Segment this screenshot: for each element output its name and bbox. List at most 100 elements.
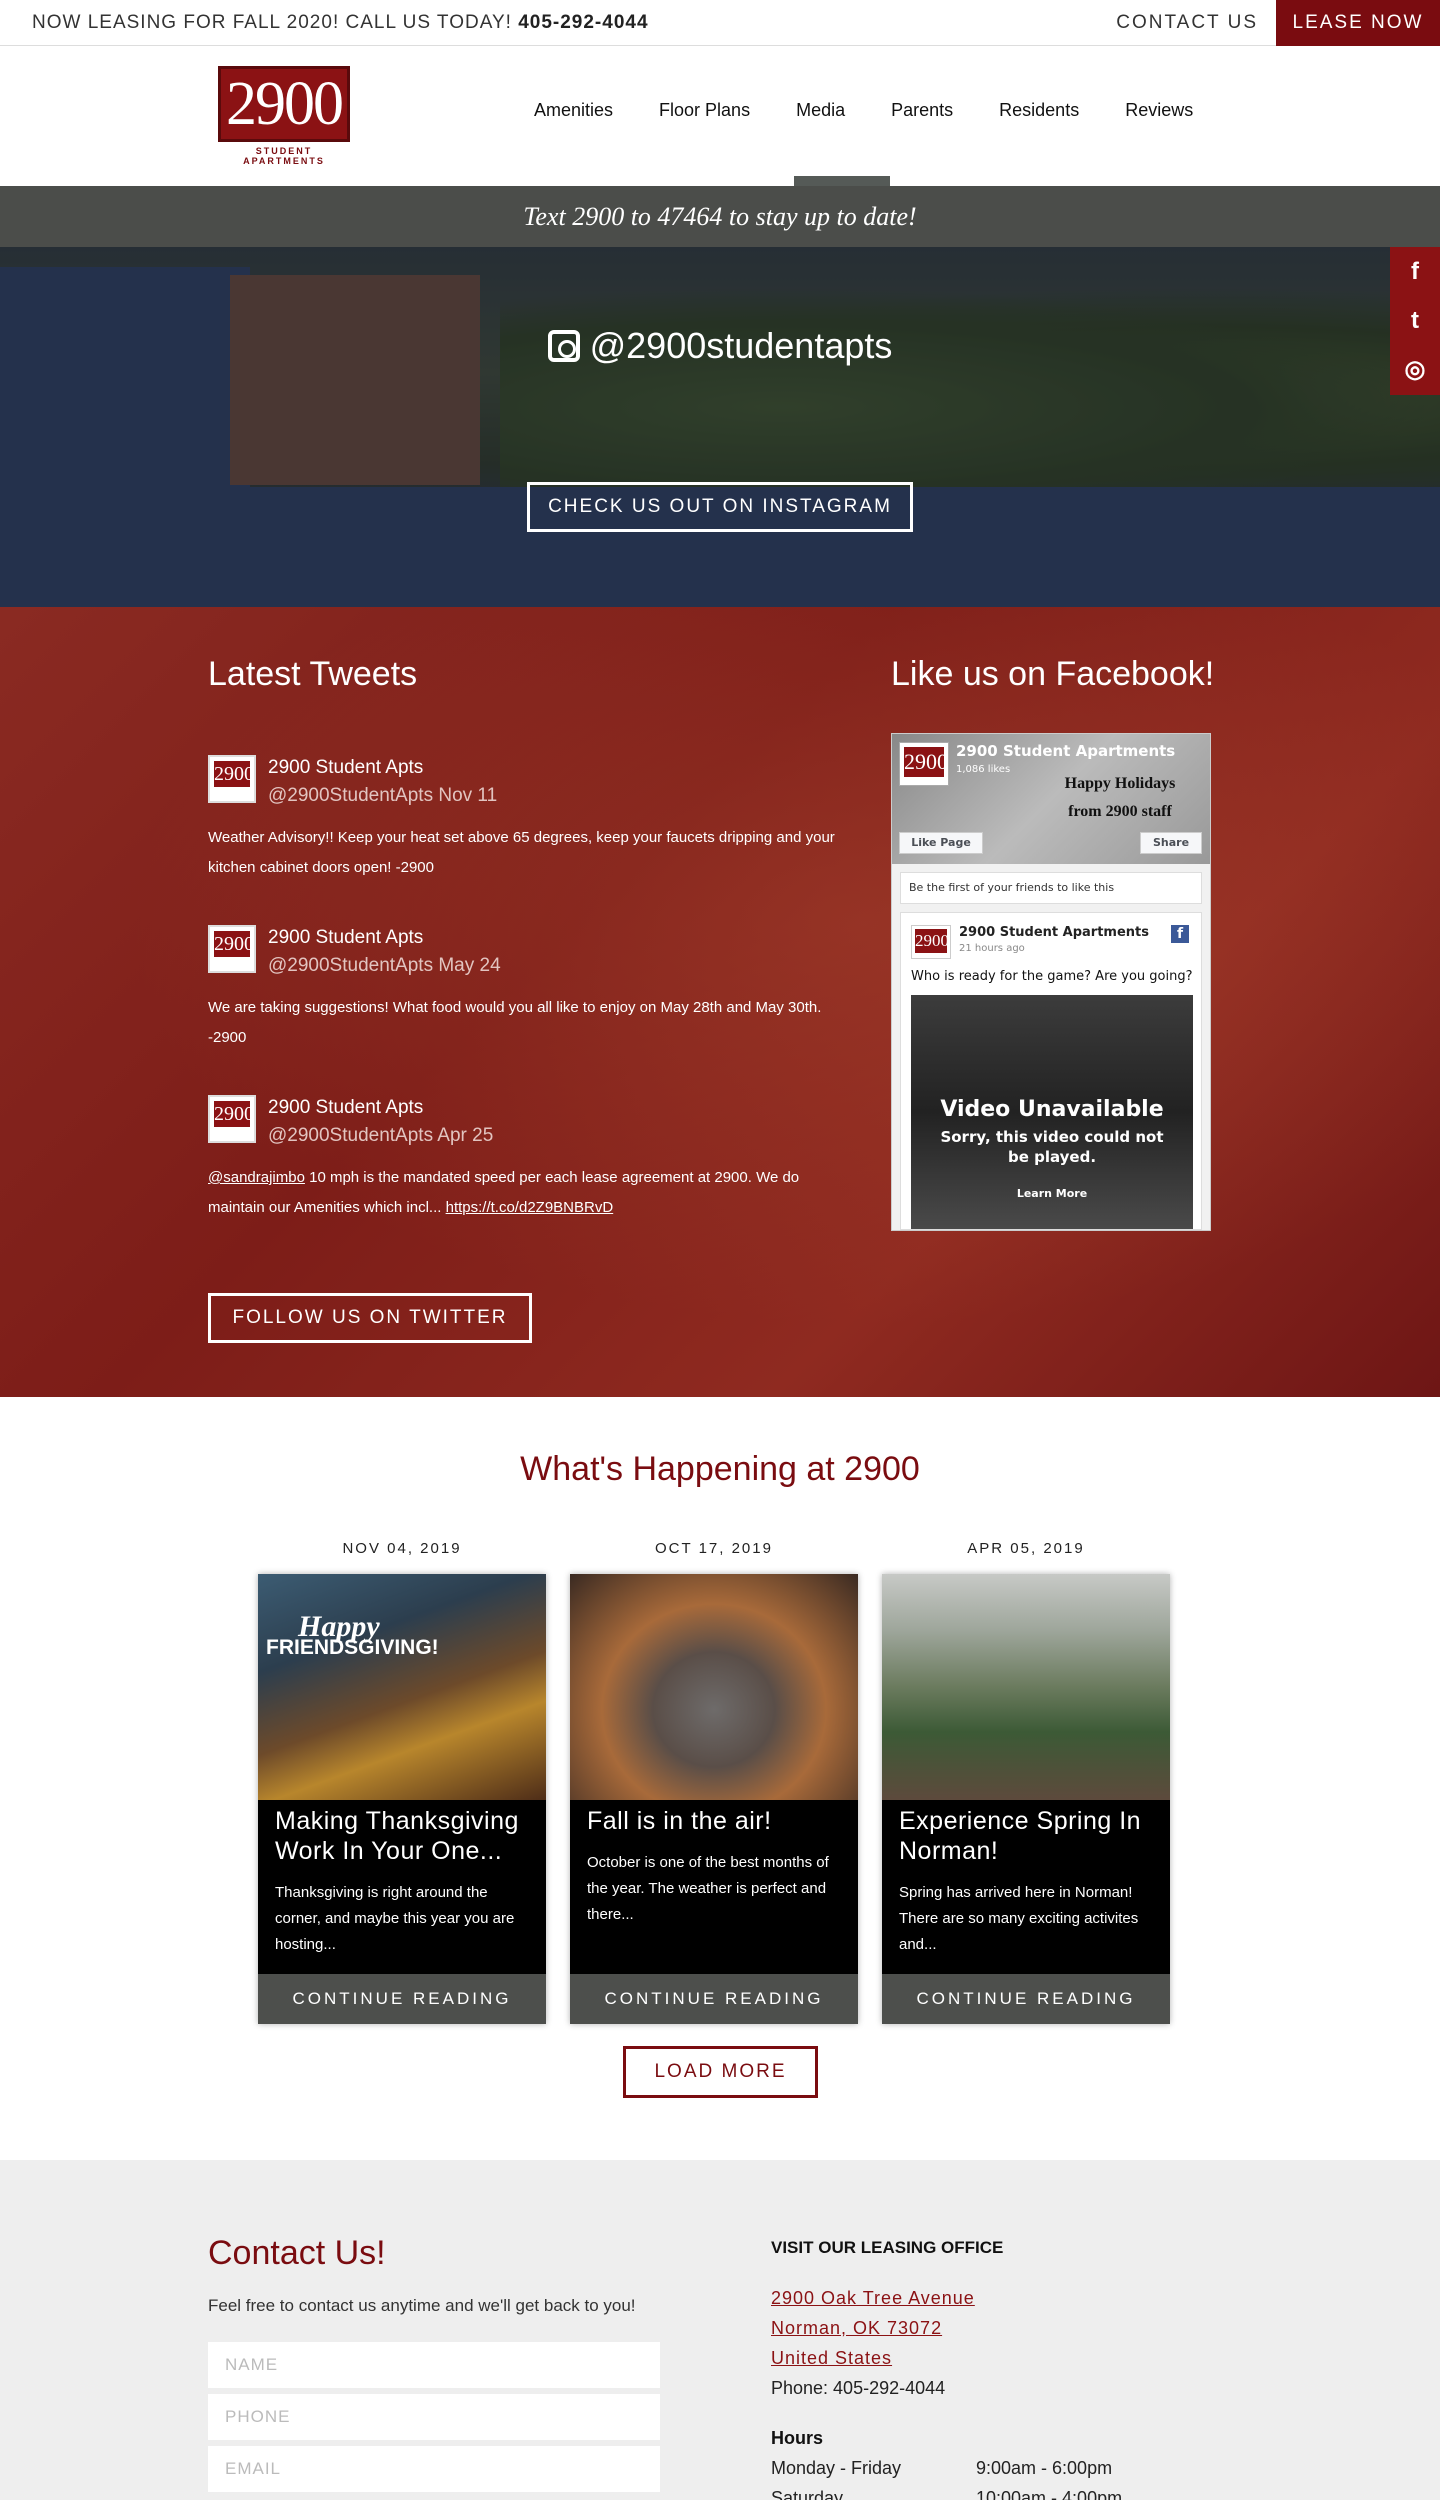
contact-intro: Feel free to contact us anytime and we'l… xyxy=(208,2296,636,2315)
address-line[interactable]: 2900 Oak Tree Avenue xyxy=(771,2288,975,2309)
facebook-friends-text: Be the first of your friends to like thi… xyxy=(900,872,1202,904)
instagram-handle: @2900studentapts xyxy=(0,325,1440,367)
tweet-author[interactable]: 2900 Student Apts xyxy=(268,757,423,779)
blog-card-title[interactable]: Fall is in the air! xyxy=(587,1806,847,1836)
address-line[interactable]: United States xyxy=(771,2348,892,2369)
post-date: APR 05, 2019 xyxy=(967,1540,1085,1557)
tweet-author[interactable]: 2900 Student Apts xyxy=(268,1097,423,1119)
blog-card[interactable]: Happy FRIENDSGIVING! Making Thanksgiving… xyxy=(258,1574,546,2024)
instagram-button[interactable]: CHECK US OUT ON INSTAGRAM xyxy=(527,482,913,532)
blog-card-excerpt: Thanksgiving is right around the corner,… xyxy=(275,1884,515,1953)
continue-reading-button[interactable]: CONTINUE READING xyxy=(570,1974,858,2024)
site-header: 2900 STUDENT APARTMENTS Amenities Floor … xyxy=(0,46,1440,186)
facebook-post-author[interactable]: 2900 Student Apartments xyxy=(959,925,1149,940)
social-feed-section: Latest Tweets 2900 2900 Student Apts @29… xyxy=(0,607,1440,1397)
announcement-phone[interactable]: 405-292-4044 xyxy=(518,12,648,33)
tweet-author[interactable]: 2900 Student Apts xyxy=(268,927,423,949)
follow-twitter-button[interactable]: FOLLOW US ON TWITTER xyxy=(208,1293,532,1343)
facebook-icon[interactable]: f xyxy=(1171,925,1189,943)
nav-item-floor-plans[interactable]: Floor Plans xyxy=(659,100,750,121)
nav-item-media[interactable]: Media xyxy=(796,100,845,121)
avatar-logo: 2900 xyxy=(214,761,254,787)
address-line[interactable]: Norman, OK 73072 xyxy=(771,2318,942,2339)
tweet-link[interactable]: https://t.co/d2Z9BNBRvD xyxy=(446,1199,614,1216)
contact-section: Contact Us! Feel free to contact us anyt… xyxy=(0,2160,1440,2500)
blog-card-excerpt: Spring has arrived here in Norman! There… xyxy=(899,1884,1139,1953)
twitter-icon[interactable]: t xyxy=(1390,296,1440,345)
post-date: OCT 17, 2019 xyxy=(655,1540,773,1557)
logo[interactable]: 2900 STUDENT APARTMENTS xyxy=(218,66,350,166)
phone-field[interactable]: PHONE xyxy=(208,2394,660,2440)
facebook-video[interactable]: Video Unavailable Sorry, this video coul… xyxy=(911,995,1193,1229)
post-date: NOV 04, 2019 xyxy=(342,1540,462,1557)
tweet-text: @sandrajimbo 10 mph is the mandated spee… xyxy=(208,1163,838,1223)
office-phone: Phone: 405-292-4044 xyxy=(771,2378,946,2398)
hours-time: 9:00am - 6:00pm xyxy=(976,2458,1113,2478)
happening-title: What's Happening at 2900 xyxy=(520,1450,920,1488)
facebook-like-button[interactable]: Like Page xyxy=(899,832,983,854)
main-nav: Amenities Floor Plans Media Parents Resi… xyxy=(534,100,1239,121)
facebook-widget: 2900 2900 Student Apartments 1,086 likes… xyxy=(891,733,1211,1231)
tweet-meta: @2900StudentApts Nov 11 xyxy=(268,785,498,806)
contact-title: Contact Us! xyxy=(208,2234,386,2272)
blog-card-title[interactable]: Experience Spring In Norman! xyxy=(899,1806,1159,1866)
tweet-text: We are taking suggestions! What food wou… xyxy=(208,999,822,1046)
hours-time: 10:00am - 4:00pm xyxy=(976,2488,1123,2500)
social-sidebar: f t ◎ xyxy=(1390,247,1440,395)
continue-reading-button[interactable]: CONTINUE READING xyxy=(258,1974,546,2024)
blog-card-image[interactable]: Happy FRIENDSGIVING! xyxy=(258,1574,546,1800)
facebook-post-text: Who is ready for the game? Are you going… xyxy=(911,969,1193,984)
avatar-logo: 2900 xyxy=(214,931,254,957)
announcement-text: NOW LEASING FOR FALL 2020! CALL US TODAY… xyxy=(32,12,512,33)
tweet-meta: @2900StudentApts May 24 xyxy=(268,955,501,976)
leasing-announcement: NOW LEASING FOR FALL 2020! CALL US TODAY… xyxy=(32,12,649,34)
nav-item-residents[interactable]: Residents xyxy=(999,100,1079,121)
nav-item-parents[interactable]: Parents xyxy=(891,100,953,121)
tweet-avatar[interactable]: 2900 xyxy=(208,1095,256,1143)
logo-subtitle: STUDENT APARTMENTS xyxy=(243,146,325,166)
load-more-button[interactable]: LOAD MORE xyxy=(623,2046,818,2098)
blog-card[interactable]: Experience Spring In Norman! Spring has … xyxy=(882,1574,1170,2024)
learn-more-link[interactable]: Learn More xyxy=(911,1187,1193,1200)
facebook-post-logo[interactable]: 2900 xyxy=(911,925,951,959)
facebook-share-button[interactable]: Share xyxy=(1140,832,1202,854)
facebook-icon[interactable]: f xyxy=(1390,247,1440,296)
hours-row: Monday - Friday 9:00am - 6:00pm xyxy=(771,2458,1112,2479)
blog-card-image[interactable] xyxy=(882,1574,1170,1800)
name-field[interactable]: NAME xyxy=(208,2342,660,2388)
blog-card-title[interactable]: Making Thanksgiving Work In Your One... xyxy=(275,1806,535,1866)
video-unavailable-title: Video Unavailable xyxy=(940,1097,1164,1122)
blog-card[interactable]: Fall is in the air! October is one of th… xyxy=(570,1574,858,2024)
facebook-page-logo[interactable]: 2900 xyxy=(899,742,949,786)
lease-now-button[interactable]: LEASE NOW xyxy=(1276,0,1440,46)
instagram-icon[interactable]: ◎ xyxy=(1390,345,1440,394)
image-text-friendsgiving: FRIENDSGIVING! xyxy=(266,1636,439,1659)
facebook-likes: 1,086 likes xyxy=(956,764,1011,775)
facebook-post: 2900 2900 Student Apartments 21 hours ag… xyxy=(900,912,1202,1230)
tweet-text: Weather Advisory!! Keep your heat set ab… xyxy=(208,829,835,876)
avatar-logo: 2900 xyxy=(214,1101,254,1127)
facebook-post-time[interactable]: 21 hours ago xyxy=(959,943,1025,954)
instagram-icon xyxy=(547,330,580,362)
facebook-title: Like us on Facebook! xyxy=(891,655,1215,693)
tweet-avatar[interactable]: 2900 xyxy=(208,755,256,803)
facebook-cover[interactable]: 2900 2900 Student Apartments 1,086 likes… xyxy=(892,734,1210,864)
nav-item-amenities[interactable]: Amenities xyxy=(534,100,613,121)
video-unavailable-message: Sorry, this video could not be played. xyxy=(940,1128,1164,1166)
nav-item-reviews[interactable]: Reviews xyxy=(1125,100,1193,121)
continue-reading-button[interactable]: CONTINUE READING xyxy=(882,1974,1170,2024)
email-field[interactable]: EMAIL xyxy=(208,2446,660,2492)
tweet-avatar[interactable]: 2900 xyxy=(208,925,256,973)
hours-row: Saturday 10:00am - 4:00pm xyxy=(771,2488,1122,2500)
tweet-mention[interactable]: @sandrajimbo xyxy=(208,1169,305,1186)
blog-card-image[interactable] xyxy=(570,1574,858,1800)
instagram-hero: @2900studentapts CHECK US OUT ON INSTAGR… xyxy=(0,247,1440,607)
hours-days: Monday - Friday xyxy=(771,2458,902,2478)
facebook-page-name[interactable]: 2900 Student Apartments xyxy=(956,742,1175,760)
fb-logo-number: 2900 xyxy=(904,747,948,777)
tweet-meta: @2900StudentApts Apr 25 xyxy=(268,1125,494,1146)
visit-office-title: VISIT OUR LEASING OFFICE xyxy=(771,2238,1004,2257)
hours-days: Saturday xyxy=(771,2488,844,2500)
contact-us-link[interactable]: CONTACT US xyxy=(1116,12,1258,34)
fb-post-logo-number: 2900 xyxy=(915,929,949,953)
